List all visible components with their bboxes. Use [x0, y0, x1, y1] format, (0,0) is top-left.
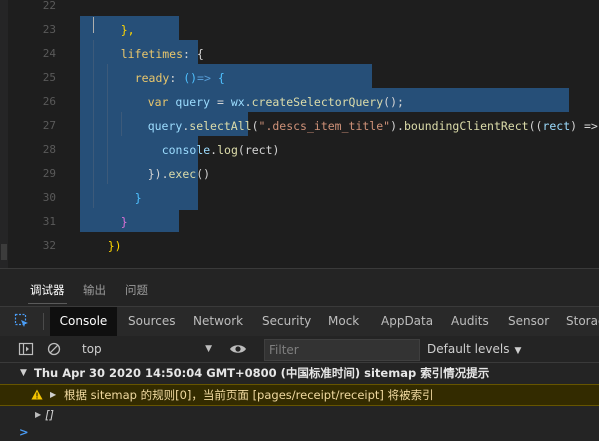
code-line-26[interactable]: query.selectAll(".descs_item_title").bou…: [120, 90, 599, 133]
editor-scroll-marker[interactable]: [1, 244, 7, 260]
code-token: exec: [168, 167, 197, 181]
code-line-24[interactable]: ready: ()=> {: [107, 42, 225, 85]
line-number: 30: [42, 191, 56, 204]
tab-security[interactable]: Security: [262, 307, 311, 336]
line-number: 29: [42, 167, 56, 180]
code-token: boundingClientRect: [403, 119, 529, 133]
code-token: .: [397, 119, 404, 133]
tab-output[interactable]: 输出: [83, 282, 106, 298]
code-line-29[interactable]: }: [107, 162, 142, 205]
warning-icon: [31, 389, 43, 400]
tab-network[interactable]: Network: [193, 307, 243, 336]
tab-sensor[interactable]: Sensor: [508, 307, 549, 336]
filter-input[interactable]: [265, 340, 417, 360]
code-token: .: [161, 167, 169, 181]
caret-down-icon[interactable]: ▼: [20, 363, 27, 384]
tab-audits[interactable]: Audits: [451, 307, 489, 336]
toolbar-divider: [43, 313, 44, 330]
tab-problems[interactable]: 问题: [125, 282, 148, 298]
code-line-28[interactable]: }).exec(): [120, 138, 210, 181]
tab-sources[interactable]: Sources: [128, 307, 175, 336]
panel-tab-bar: 调试器 输出 问题: [0, 269, 599, 305]
code-token: }: [134, 191, 142, 205]
code-token: (rect): [237, 143, 280, 157]
line-number: 31: [42, 215, 56, 228]
code-token: }): [107, 239, 122, 253]
clear-console-icon[interactable]: [46, 341, 62, 357]
context-select-value: top: [82, 342, 102, 356]
console-warning-message[interactable]: ▶ 根据 sitemap 的规则[0]，当前页面 [pages/receipt/…: [0, 384, 599, 406]
code-token: rect: [542, 119, 571, 133]
code-line-27[interactable]: console.log(rect): [134, 114, 280, 157]
line-number: 26: [42, 95, 56, 108]
code-token: ) => {: [570, 119, 598, 133]
line-number: 24: [42, 47, 56, 60]
code-line-31[interactable]: }): [80, 210, 122, 253]
inspect-element-icon[interactable]: [14, 313, 30, 329]
bottom-panel: 调试器 输出 问题 Console Sources Network Securi…: [0, 268, 599, 441]
console-prompt[interactable]: >: [0, 424, 599, 441]
code-token: log: [217, 143, 238, 157]
console-array-message[interactable]: ▶ []: [0, 406, 599, 424]
tab-appdata[interactable]: AppData: [381, 307, 433, 336]
tab-debugger[interactable]: 调试器: [28, 282, 66, 304]
code-line-25[interactable]: var query = wx.createSelectorQuery();: [120, 66, 404, 109]
tab-console[interactable]: Console: [50, 307, 117, 336]
code-editor[interactable]: 22 23 24 25 26 27 28 29 30 31 32 }, life…: [0, 0, 599, 268]
line-number: 22: [42, 0, 56, 12]
log-levels-dropdown[interactable]: Default levels ▼: [427, 336, 521, 362]
line-number: 32: [42, 239, 56, 252]
code-token: ((: [528, 119, 543, 133]
code-line-30[interactable]: }: [93, 186, 128, 229]
context-select[interactable]: top ▼: [72, 338, 214, 360]
eye-icon[interactable]: [229, 341, 247, 357]
caret-right-icon[interactable]: ▶: [50, 385, 56, 405]
code-line-23[interactable]: lifetimes: {: [93, 18, 204, 61]
line-number: 23: [42, 23, 56, 36]
code-line-22[interactable]: },: [93, 0, 135, 37]
code-token: (): [196, 167, 211, 181]
group-message-text: Thu Apr 30 2020 14:50:04 GMT+0800 (中国标准时…: [34, 366, 490, 380]
chevron-down-icon: ▼: [514, 346, 522, 356]
code-token: ): [390, 119, 398, 133]
line-number: 27: [42, 119, 56, 132]
console-group-message[interactable]: ▼ Thu Apr 30 2020 14:50:04 GMT+0800 (中国标…: [0, 363, 599, 384]
console-toolbar: top ▼ Default levels ▼: [0, 336, 599, 363]
log-levels-label: Default levels: [427, 342, 510, 356]
prompt-symbol: >: [19, 425, 29, 439]
filter-field[interactable]: [264, 339, 420, 361]
caret-right-icon[interactable]: ▶: [35, 406, 41, 424]
sidebar-toggle-icon[interactable]: [18, 341, 34, 357]
text-cursor: [93, 17, 94, 33]
line-number: 28: [42, 143, 56, 156]
code-token: }): [147, 167, 162, 181]
devtools-tab-bar: Console Sources Network Security Mock Ap…: [0, 306, 599, 337]
chevron-down-icon: ▼: [205, 344, 212, 354]
array-message-text: []: [45, 408, 54, 422]
code-token: }: [120, 215, 128, 229]
line-number: 25: [42, 71, 56, 84]
warning-message-text: 根据 sitemap 的规则[0]，当前页面 [pages/receipt/re…: [64, 388, 434, 402]
tab-storage[interactable]: Storag: [566, 307, 599, 336]
editor-left-strip: [0, 0, 8, 268]
tab-mock[interactable]: Mock: [328, 307, 359, 336]
